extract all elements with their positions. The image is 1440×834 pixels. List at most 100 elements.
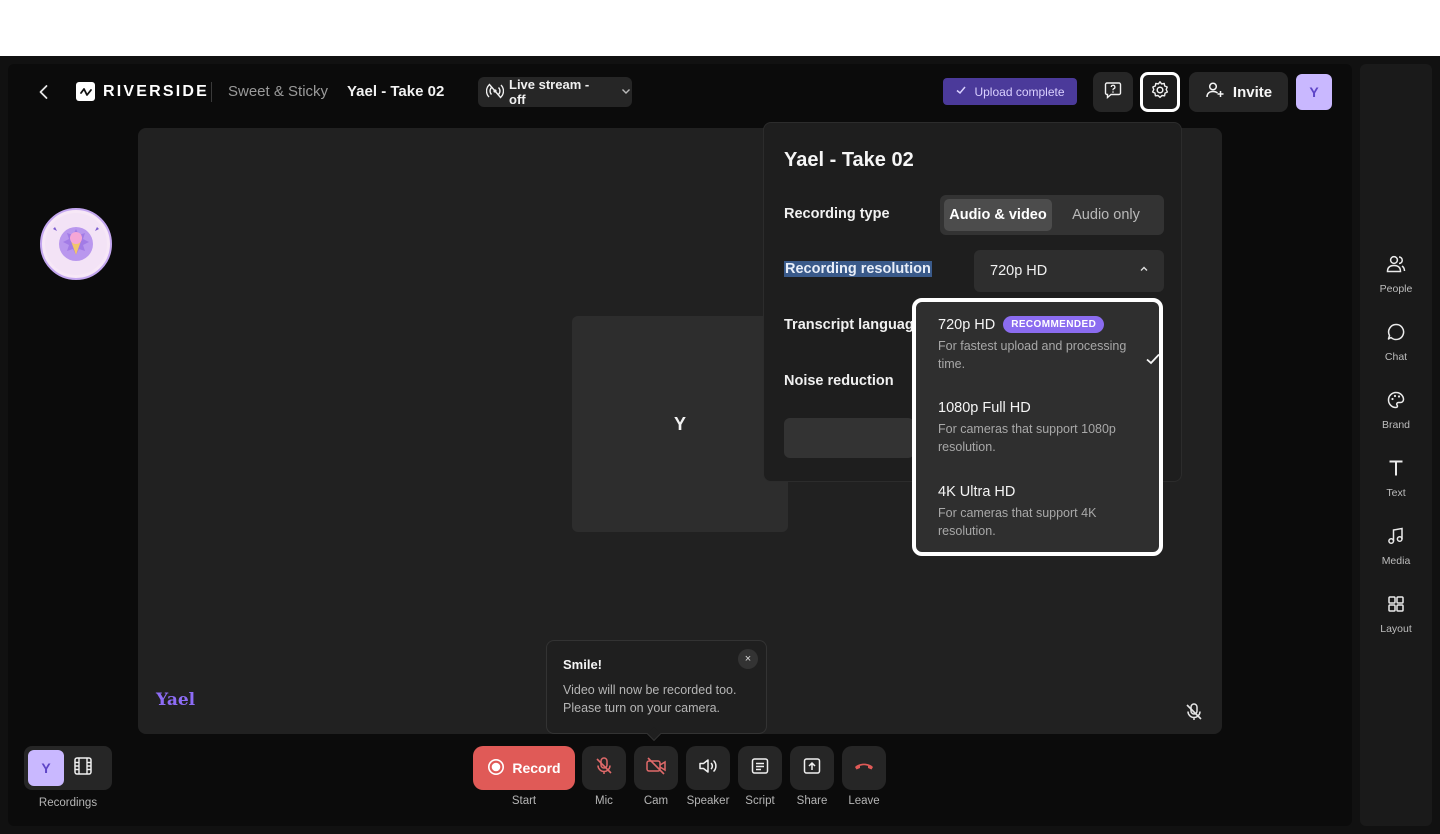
film-icon [72,755,94,782]
sidebar-item-text[interactable]: Text [1365,458,1427,499]
studio-app: RIVERSIDE Sweet & Sticky Yael - Take 02 … [0,56,1440,834]
close-icon[interactable]: × [738,649,758,669]
mic-off-icon [594,756,614,781]
user-avatar[interactable]: Y [1296,74,1332,110]
share-button[interactable] [790,746,834,790]
sidebar-item-layout[interactable]: Layout [1365,594,1427,635]
riverside-logo-icon [76,82,95,101]
take-name[interactable]: Yael - Take 02 [347,83,444,100]
audio-video-option[interactable]: Audio & video [944,199,1052,231]
cam-label: Cam [643,795,669,807]
recording-type-label: Recording type [784,206,890,222]
browser-top-area [0,0,1440,56]
tooltip-body: Video will now be recorded too. Please t… [563,683,737,715]
recording-resolution-label: Recording resolution [784,261,932,277]
sidebar-item-chat[interactable]: Chat [1365,322,1427,363]
leave-label: Leave [848,795,880,807]
script-label: Script [745,795,775,807]
recordings-label: Recordings [38,797,98,809]
start-label: Start [511,795,537,807]
help-button[interactable] [1093,72,1133,112]
record-icon [487,758,505,779]
panel-action-button[interactable] [784,418,914,458]
option-title: 4K Ultra HD [938,484,1016,500]
option-description: For cameras that support 4K resolution. [938,506,1097,538]
chevron-up-icon [1138,263,1150,279]
sidebar-item-label: Text [1386,487,1406,499]
livestream-dropdown[interactable]: Live stream - off [478,77,632,107]
panel-title: Yael - Take 02 [784,149,914,171]
share-label: Share [796,795,828,807]
resolution-option-4k[interactable]: 4K Ultra HD For cameras that support 4K … [938,484,1138,540]
settings-button[interactable] [1140,72,1180,112]
upload-status-badge: Upload complete [943,78,1077,105]
sidebar-item-label: Media [1381,555,1411,567]
record-button[interactable]: Record [473,746,575,790]
text-icon [1386,458,1406,483]
camera-off-icon [645,756,667,781]
resolution-option-1080p[interactable]: 1080p Full HD For cameras that support 1… [938,400,1138,456]
option-title: 1080p Full HD [938,400,1031,416]
hang-up-icon [853,759,875,778]
logo-text: RIVERSIDE [103,82,210,100]
right-sidebar [1360,64,1432,826]
participant-initial: Y [673,413,686,434]
mic-button[interactable] [582,746,626,790]
header-divider [211,82,212,102]
camera-tooltip: Smile! Video will now be recorded too. P… [546,640,767,734]
invite-button[interactable]: Invite [1189,72,1288,112]
brand-logo[interactable] [40,208,112,280]
speaker-icon [697,756,719,781]
speaker-button[interactable] [686,746,730,790]
add-user-icon [1205,80,1225,104]
back-arrow-icon[interactable] [34,82,54,102]
recording-type-toggle: Audio & video Audio only [940,195,1164,235]
recordings-button[interactable]: Y [24,746,112,790]
sidebar-item-brand[interactable]: Brand [1365,390,1427,431]
sidebar-item-label: Brand [1381,419,1411,431]
speaker-name-label: Yael [156,690,196,710]
audio-only-option[interactable]: Audio only [1052,199,1160,231]
participant-tile[interactable]: Y [572,316,788,532]
mic-label: Mic [595,795,613,807]
tooltip-title: Smile! [563,657,603,672]
option-description: For cameras that support 1080p resolutio… [938,422,1116,454]
record-label: Record [512,760,561,776]
script-button[interactable] [738,746,782,790]
transcript-language-label: Transcript languag [784,317,914,333]
sidebar-item-label: Chat [1384,351,1408,363]
studio-name[interactable]: Sweet & Sticky [228,83,328,100]
speaker-label: Speaker [686,795,730,807]
share-screen-icon [802,756,822,781]
chat-icon [1386,322,1406,347]
check-icon [955,84,967,99]
sidebar-item-people[interactable]: People [1365,254,1427,295]
resolution-dropdown: 720p HD RECOMMENDED For fastest upload a… [912,298,1163,556]
option-title: 720p HD [938,316,996,333]
resolution-select[interactable]: 720p HD [974,250,1164,292]
layout-icon [1386,594,1406,619]
resolution-option-720p[interactable]: 720p HD RECOMMENDED For fastest upload a… [938,316,1160,373]
noise-reduction-label: Noise reduction [784,373,894,389]
upload-status-text: Upload complete [974,84,1065,99]
brand-logo-icon [45,213,107,275]
broadcast-off-icon [485,83,505,102]
leave-button[interactable] [842,746,886,790]
camera-button[interactable] [634,746,678,790]
people-icon [1385,254,1407,279]
chevron-down-icon [620,85,632,100]
palette-icon [1386,390,1406,415]
checkmark-icon [1144,350,1162,373]
resolution-value: 720p HD [990,263,1048,279]
sidebar-item-label: People [1379,283,1413,295]
invite-label: Invite [1232,83,1273,101]
livestream-label: Live stream - off [509,77,590,107]
mic-muted-icon [1184,702,1204,727]
riverside-logo[interactable]: RIVERSIDE [76,82,209,101]
music-icon [1386,526,1406,551]
script-icon [750,756,770,781]
option-description: For fastest upload and processing time. [938,339,1127,371]
sidebar-item-label: Layout [1380,623,1412,635]
recordings-avatar: Y [28,750,64,786]
sidebar-item-media[interactable]: Media [1365,526,1427,567]
